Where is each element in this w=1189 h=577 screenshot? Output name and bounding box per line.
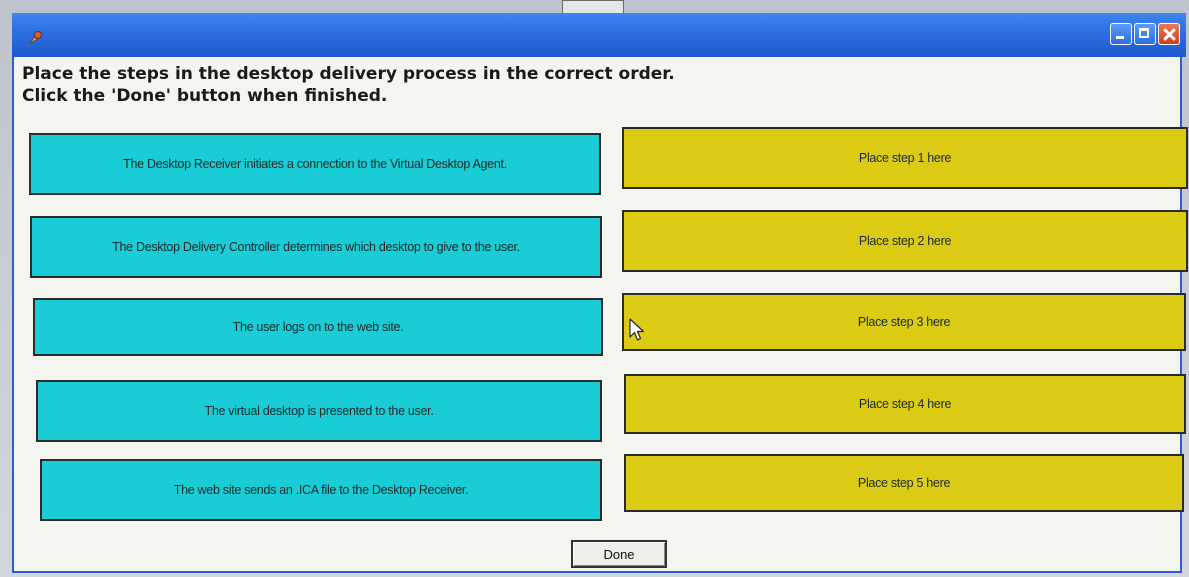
maximize-icon[interactable]	[1134, 23, 1156, 45]
done-button[interactable]: Done	[571, 540, 667, 568]
drop-slot-2[interactable]: Place step 2 here	[622, 210, 1188, 272]
drop-slot-4[interactable]: Place step 4 here	[624, 374, 1186, 434]
minimize-icon[interactable]	[1110, 23, 1132, 45]
draggable-step-3[interactable]: The user logs on to the web site.	[33, 298, 603, 356]
mouse-pointer-icon	[629, 318, 645, 341]
close-icon[interactable]	[1158, 23, 1180, 45]
screen: Place the steps in the desktop delivery …	[0, 0, 1189, 577]
background-tab	[562, 0, 624, 13]
instructions: Place the steps in the desktop delivery …	[22, 63, 675, 107]
drag-drop-dialog: Place the steps in the desktop delivery …	[12, 13, 1188, 573]
drop-slot-3[interactable]: Place step 3 here	[622, 293, 1186, 351]
draggable-step-4[interactable]: The virtual desktop is presented to the …	[36, 380, 602, 442]
instruction-line-2: Click the 'Done' button when finished.	[22, 86, 388, 106]
app-icon	[28, 31, 42, 45]
draggable-step-1[interactable]: The Desktop Receiver initiates a connect…	[29, 133, 601, 195]
draggable-step-2[interactable]: The Desktop Delivery Controller determin…	[30, 216, 602, 278]
title-bar[interactable]	[12, 13, 1186, 57]
window-controls	[1110, 23, 1180, 45]
drop-slot-1[interactable]: Place step 1 here	[622, 127, 1188, 189]
drop-slot-5[interactable]: Place step 5 here	[624, 454, 1184, 512]
instruction-line-1: Place the steps in the desktop delivery …	[22, 64, 675, 84]
draggable-step-5[interactable]: The web site sends an .ICA file to the D…	[40, 459, 602, 521]
